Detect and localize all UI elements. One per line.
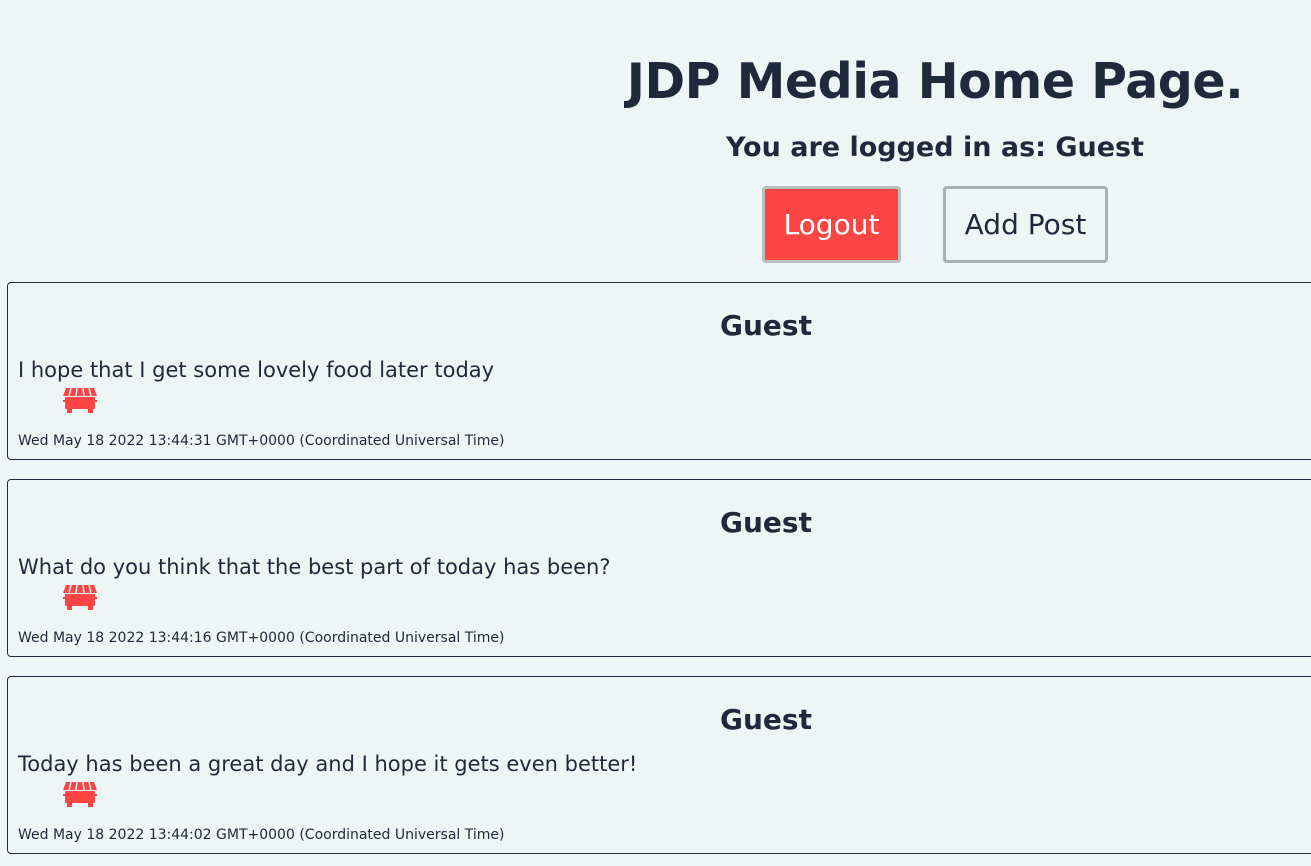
page-title: JDP Media Home Page. — [626, 53, 1244, 110]
post-timestamp: Wed May 18 2022 13:44:16 GMT+0000 (Coord… — [18, 630, 505, 646]
post-card: Guest Today has been a great day and I h… — [7, 676, 1311, 854]
post-card: Guest I hope that I get some lovely food… — [7, 282, 1311, 460]
post-author: Guest — [720, 506, 812, 539]
post-body: What do you think that the best part of … — [18, 555, 611, 579]
logout-button[interactable]: Logout — [762, 186, 901, 263]
dumpster-icon[interactable] — [62, 778, 98, 808]
post-body: I hope that I get some lovely food later… — [18, 358, 495, 382]
post-card: Guest What do you think that the best pa… — [7, 479, 1311, 657]
post-timestamp: Wed May 18 2022 13:44:02 GMT+0000 (Coord… — [18, 827, 505, 843]
dumpster-icon[interactable] — [62, 581, 98, 611]
post-timestamp: Wed May 18 2022 13:44:31 GMT+0000 (Coord… — [18, 433, 505, 449]
post-author: Guest — [720, 309, 812, 342]
dumpster-icon[interactable] — [62, 384, 98, 414]
add-post-button[interactable]: Add Post — [943, 186, 1108, 263]
login-status: You are logged in as: Guest — [725, 132, 1145, 163]
post-author: Guest — [720, 703, 812, 736]
post-body: Today has been a great day and I hope it… — [18, 752, 638, 776]
